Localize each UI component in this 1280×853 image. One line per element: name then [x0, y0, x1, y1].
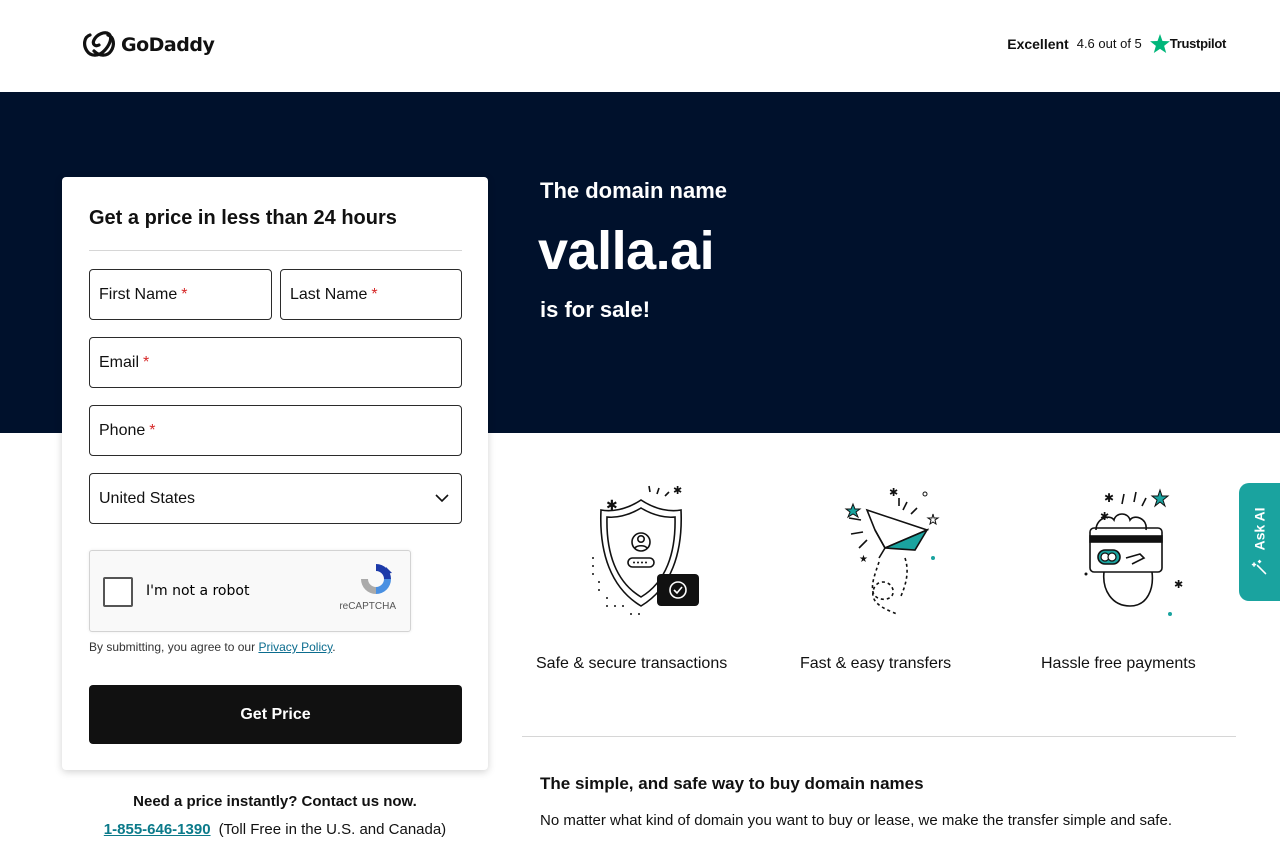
recaptcha-brand: reCAPTCHA — [339, 601, 396, 612]
form-divider — [89, 250, 462, 251]
privacy-policy-link[interactable]: Privacy Policy — [258, 640, 332, 654]
feature-transfers: ★ ✱ — [760, 478, 1000, 623]
recaptcha-icon — [361, 564, 392, 594]
section-divider — [522, 736, 1236, 737]
first-name-field[interactable]: First Name * — [89, 269, 272, 320]
info-title: The simple, and safe way to buy domain n… — [540, 774, 924, 793]
magic-wand-icon — [1251, 559, 1267, 575]
contact-phone-line: 1-855-646-1390 (Toll Free in the U.S. and… — [62, 821, 488, 838]
trustpilot-star-icon — [1149, 34, 1170, 53]
get-price-button[interactable]: Get Price — [89, 685, 462, 744]
ask-ai-label: Ask AI — [1251, 507, 1268, 551]
contact-heading: Need a price instantly? Contact us now. — [133, 793, 417, 810]
godaddy-logo[interactable]: GoDaddy — [82, 31, 215, 59]
trustpilot-label: Trustpilot — [1169, 36, 1227, 51]
privacy-consent: By submitting, you agree to our Privacy … — [89, 640, 336, 654]
email-field[interactable]: Email * — [89, 337, 462, 388]
svg-text:✱: ✱ — [1174, 578, 1183, 591]
paper-plane-icon: ★ ✱ — [844, 486, 940, 615]
rating-score: 4.6 out of 5 — [1076, 36, 1142, 51]
phone-field[interactable]: Phone * — [89, 405, 462, 456]
last-name-label: Last Name — [290, 285, 368, 303]
first-name-label: First Name — [99, 285, 178, 303]
shield-icon: ✱ ✱ — [592, 484, 699, 615]
hero-intro: The domain name — [540, 178, 728, 203]
feature-transfers-label: Fast & easy transfers — [800, 655, 952, 672]
chevron-down-icon — [435, 494, 449, 503]
consent-suffix: . — [332, 640, 336, 654]
trustpilot-rating[interactable]: Excellent 4.6 out of 5 Trustpilot — [1007, 34, 1226, 53]
ask-ai-button[interactable]: Ask AI — [1239, 483, 1280, 601]
feature-payments: ✱ ✱ ✱ — [1001, 478, 1241, 623]
svg-text:✱: ✱ — [1104, 491, 1114, 505]
required-marker: * — [371, 285, 378, 303]
required-marker: * — [149, 421, 156, 439]
info-body: No matter what kind of domain you want t… — [540, 812, 1172, 829]
recaptcha-label: I'm not a robot — [146, 583, 250, 599]
consent-text: By submitting, you agree to our — [89, 640, 259, 654]
svg-text:✱: ✱ — [606, 498, 618, 514]
last-name-field[interactable]: Last Name * — [280, 269, 462, 320]
phone-label: Phone — [99, 421, 146, 439]
svg-text:★: ★ — [859, 554, 868, 565]
credit-card-icon: ✱ ✱ ✱ — [1084, 488, 1183, 616]
recaptcha-widget: I'm not a robot reCAPTCHA — [89, 550, 411, 632]
godaddy-logo-text: GoDaddy — [121, 34, 215, 56]
svg-text:✱: ✱ — [673, 484, 682, 497]
required-marker: * — [143, 353, 150, 371]
domain-name-title: valla.ai — [538, 221, 715, 281]
godaddy-logo-icon — [83, 31, 115, 57]
email-label: Email — [99, 353, 140, 371]
phone-note: (Toll Free in the U.S. and Canada) — [218, 821, 447, 838]
price-request-form: Get a price in less than 24 hours First … — [62, 177, 488, 770]
rating-label: Excellent — [1007, 35, 1069, 52]
feature-secure: ✱ ✱ — [516, 478, 756, 623]
required-marker: * — [181, 285, 188, 303]
phone-link[interactable]: 1-855-646-1390 — [104, 821, 211, 838]
svg-text:✱: ✱ — [1100, 510, 1109, 523]
hero-for-sale: is for sale! — [540, 297, 651, 322]
feature-secure-label: Safe & secure transactions — [536, 655, 728, 672]
form-title: Get a price in less than 24 hours — [89, 207, 397, 229]
svg-text:✱: ✱ — [889, 486, 898, 499]
top-bar: GoDaddy Excellent 4.6 out of 5 Trustpilo… — [0, 0, 1280, 92]
feature-payments-label: Hassle free payments — [1041, 655, 1196, 672]
country-select[interactable]: United States — [89, 473, 462, 524]
country-value: United States — [99, 489, 196, 507]
recaptcha-checkbox[interactable] — [103, 577, 133, 607]
